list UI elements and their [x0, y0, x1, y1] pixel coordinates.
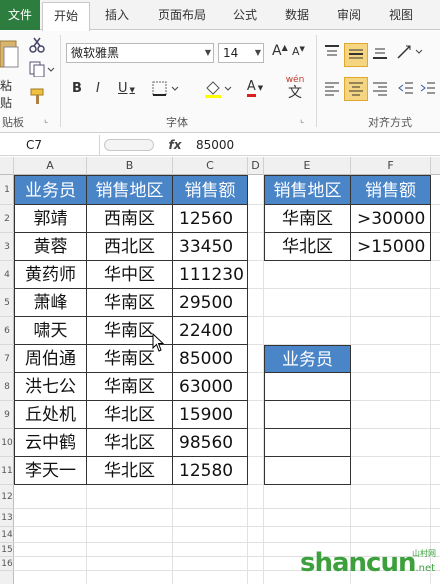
output-empty-cell[interactable] [264, 429, 351, 457]
active-cell [173, 345, 248, 373]
table-cell[interactable]: 63000 [173, 373, 248, 401]
criteria-cell[interactable]: 华北区 [264, 233, 351, 261]
table-cell[interactable]: 丘处机 [14, 401, 87, 429]
criteria-header-cell[interactable]: 销售地区 [264, 175, 351, 205]
table-cell[interactable]: 12560 [173, 205, 248, 233]
output-empty-cell[interactable] [264, 373, 351, 401]
mouse-pointer-icon [152, 333, 165, 352]
table-cell[interactable]: 33450 [173, 233, 248, 261]
watermark-text: shancun [300, 548, 416, 578]
criteria-cell[interactable]: >15000 [351, 233, 431, 261]
table-cell[interactable]: 洪七公 [14, 373, 87, 401]
worksheet-cells[interactable]: 业务员 销售地区 销售额 郭靖 西南区 12560 黄蓉 西北区 33450 黄药师 华中区 1112… [0, 0, 440, 584]
table-cell[interactable]: 华北区 [87, 429, 173, 457]
criteria-header-cell[interactable]: 销售额 [351, 175, 431, 205]
table-cell[interactable]: 15900 [173, 401, 248, 429]
table-cell[interactable]: 29500 [173, 289, 248, 317]
output-header-cell[interactable]: 业务员 [264, 345, 351, 373]
table-cell[interactable]: 22400 [173, 317, 248, 345]
table-cell[interactable]: 98560 [173, 429, 248, 457]
criteria-cell[interactable]: 华南区 [264, 205, 351, 233]
table-cell[interactable]: 华北区 [87, 457, 173, 485]
table-cell[interactable]: 西北区 [87, 233, 173, 261]
criteria-cell[interactable]: >30000 [351, 205, 431, 233]
table-cell[interactable]: 周伯通 [14, 345, 87, 373]
table-cell[interactable]: 华南区 [87, 373, 173, 401]
table-cell[interactable]: 111230 [173, 261, 248, 289]
table-cell[interactable]: 西南区 [87, 205, 173, 233]
table-cell[interactable]: 华中区 [87, 261, 173, 289]
table-cell[interactable]: 华南区 [87, 289, 173, 317]
header-cell[interactable]: 销售额 [173, 175, 248, 205]
table-cell[interactable]: 黄蓉 [14, 233, 87, 261]
table-cell[interactable]: 云中鹤 [14, 429, 87, 457]
header-cell[interactable]: 业务员 [14, 175, 87, 205]
watermark-small: 山村网 [412, 549, 436, 558]
table-cell[interactable]: 华北区 [87, 401, 173, 429]
table-cell[interactable]: 萧峰 [14, 289, 87, 317]
watermark-suffix: .net [415, 563, 436, 574]
output-empty-cell[interactable] [264, 401, 351, 429]
watermark-logo: shancun.net 山村网 [300, 548, 440, 582]
table-cell[interactable]: 黄药师 [14, 261, 87, 289]
table-cell[interactable]: 啸天 [14, 317, 87, 345]
header-cell[interactable]: 销售地区 [87, 175, 173, 205]
table-cell[interactable]: 12580 [173, 457, 248, 485]
table-cell[interactable]: 郭靖 [14, 205, 87, 233]
table-cell[interactable]: 李天一 [14, 457, 87, 485]
output-empty-cell[interactable] [264, 457, 351, 485]
